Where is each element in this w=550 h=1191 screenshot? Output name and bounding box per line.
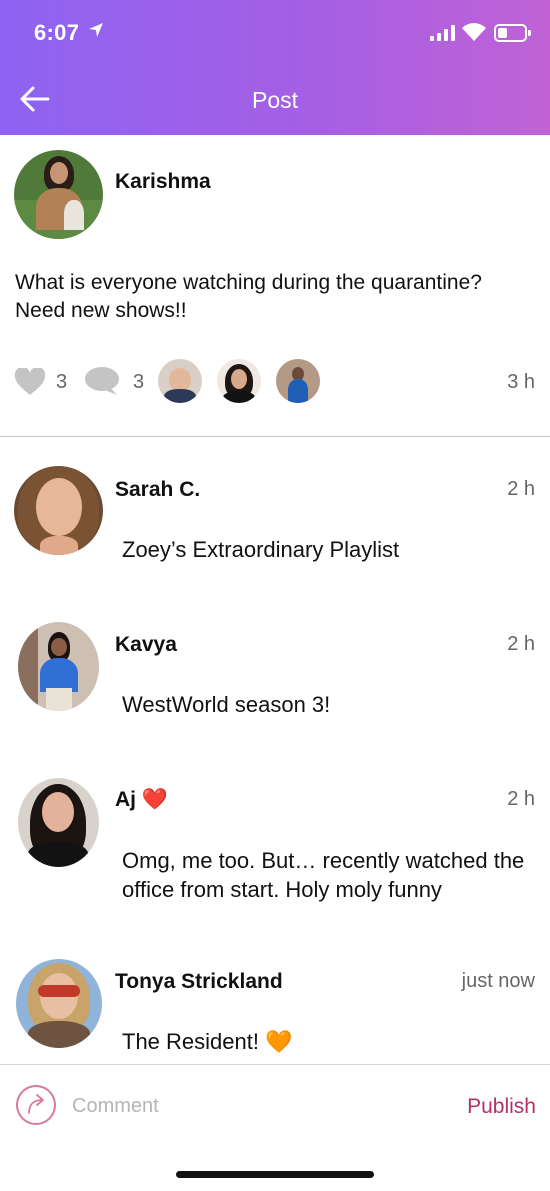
commenter-avatar-3[interactable] [276, 359, 320, 403]
comment-author-name[interactable]: Tonya Strickland [115, 970, 283, 994]
speech-bubble-icon[interactable] [84, 366, 120, 396]
comment-avatar-tonya[interactable] [16, 959, 102, 1048]
app-header: 6:07 Post [0, 0, 550, 135]
comment-avatar-aj[interactable] [18, 778, 99, 867]
divider [0, 436, 550, 437]
comment-avatar-sarah[interactable] [14, 466, 103, 555]
post-author-avatar[interactable] [14, 150, 103, 239]
post-body: What is everyone watching during the qua… [15, 271, 482, 322]
likes-count: 3 [56, 371, 68, 393]
comment-author-name[interactable]: Kavya [115, 633, 177, 657]
comment-text: The Resident! 🧡 [122, 1029, 293, 1054]
composer-divider [0, 1064, 550, 1065]
comments-count: 3 [133, 371, 145, 393]
heart-icon[interactable] [14, 368, 46, 396]
page-title: Post [251, 87, 299, 113]
cellular-signal-icon [430, 25, 455, 41]
location-arrow-icon [89, 23, 103, 37]
comment-text: Zoey’s Extraordinary Playlist [122, 537, 400, 562]
commenter-avatar-2[interactable] [217, 359, 261, 403]
share-arrow-icon[interactable] [16, 1085, 56, 1125]
publish-button[interactable]: Publish [467, 1095, 536, 1119]
comment-input[interactable] [72, 1092, 432, 1120]
comment-timestamp: 2 h [507, 788, 535, 810]
home-indicator [176, 1171, 374, 1178]
wifi-icon [462, 23, 486, 41]
comment-timestamp: 2 h [507, 633, 535, 655]
comment-author-name[interactable]: Aj ❤️ [115, 788, 168, 812]
status-time: 6:07 [34, 20, 80, 45]
comment-author-name[interactable]: Sarah C. [115, 478, 200, 502]
post-timestamp: 3 h [507, 371, 535, 393]
comment-timestamp: just now [461, 970, 535, 992]
comment-text: WestWorld season 3! [122, 692, 331, 717]
comment-timestamp: 2 h [507, 478, 535, 500]
commenter-avatar-1[interactable] [158, 359, 202, 403]
comment-avatar-kavya[interactable] [18, 622, 99, 711]
comment-text: Omg, me too. But… recently watched the o… [122, 848, 525, 902]
battery-icon [494, 24, 531, 42]
post-author-name[interactable]: Karishma [115, 170, 211, 194]
